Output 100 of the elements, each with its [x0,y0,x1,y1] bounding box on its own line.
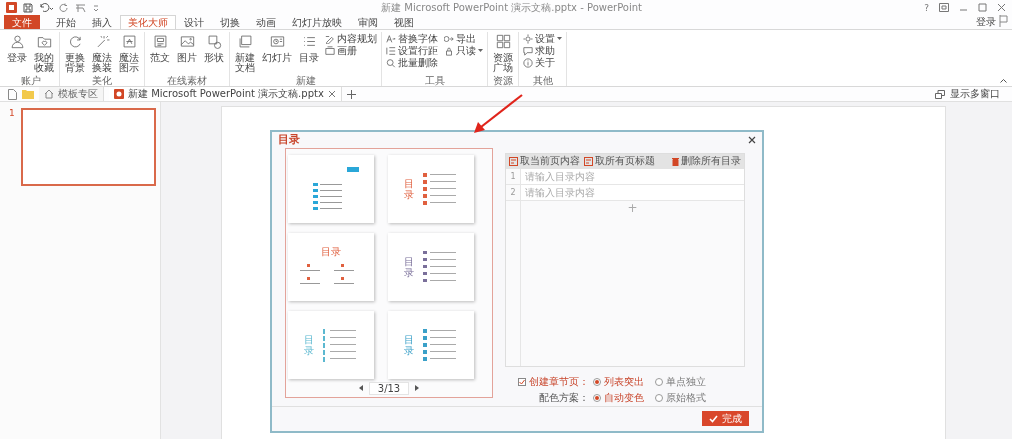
slide-icon [270,36,284,47]
ribbon-button[interactable]: 魔法 换装 [89,33,115,75]
close-icon[interactable] [748,135,756,144]
image-icon [180,36,194,47]
ribbon-tab[interactable]: 切换 [212,15,248,29]
font-icon [386,34,396,44]
lock-icon [444,46,454,56]
info-icon [523,58,533,68]
group-label: 新建 [294,75,317,86]
group-label: 资源 [492,75,514,86]
dialog-title: 目录 [278,132,300,148]
magnifier-icon [386,58,396,68]
ribbon-small-button[interactable]: 设置 [523,33,562,45]
ribbon-button[interactable]: 范文 [147,33,173,75]
group-label: 工具 [423,75,446,86]
template-card[interactable]: 目录 [388,232,474,301]
toolbar-button[interactable]: 取当前页内容 [509,154,580,169]
checkbox[interactable] [518,378,526,387]
add-tab-icon[interactable] [346,89,356,99]
toolbar-button[interactable]: 删除所有目录 [672,154,741,169]
radio-option[interactable]: 列表突出 [593,375,655,390]
preview-title: 目录 [321,244,341,259]
preview-title: 目录 [404,333,414,356]
ribbon-tab[interactable]: 设计 [176,15,212,29]
shapes-icon [208,35,221,49]
page-indicator: 3/13 [368,381,410,395]
template-card[interactable]: 目录 [288,232,374,301]
template-card[interactable]: 目录 [388,154,474,223]
ribbon-tab[interactable]: 插入 [84,15,120,29]
refresh-icon [69,36,81,48]
ribbon-small-button[interactable]: 批量删除 [386,57,438,69]
annotation-arrow [472,94,524,134]
folder-icon [37,37,51,48]
person-icon [11,35,23,49]
ribbon-tab[interactable]: 视图 [386,15,422,29]
document-tab[interactable]: 模板专区 [39,87,104,101]
group-label: 美化 [91,75,113,86]
ribbon-small-button[interactable]: 内容规划 [325,33,377,45]
document-icon [154,35,166,48]
next-page-icon[interactable] [414,385,420,392]
close-icon[interactable] [997,3,1006,12]
ribbon-button[interactable]: 魔法 图示 [116,33,142,75]
login-link[interactable]: 登录 [976,15,996,29]
preview-title: 目录 [304,333,314,356]
wand-icon [96,35,110,48]
ribbon-button[interactable]: 登录 [4,33,30,75]
undo-icon[interactable] [39,2,53,13]
ribbon-small-button[interactable]: 只读 [444,45,483,57]
ribbon-tab[interactable]: 审阅 [350,15,386,29]
import-icon [584,156,593,166]
radio-option[interactable]: 单点独立 [655,375,717,390]
preview-drawing [422,327,458,362]
documents-icon [239,35,251,48]
toolbar-button[interactable]: 取所有页标题 [584,154,655,169]
done-button[interactable]: 完成 [702,411,749,427]
new-file-icon[interactable] [8,88,17,100]
ribbon-small-button[interactable]: 求助 [523,45,562,57]
grid-icon [496,34,510,49]
pen-icon [325,34,335,44]
save-icon[interactable] [23,2,33,13]
ribbon-button[interactable]: 形状 [201,33,227,75]
maximize-icon[interactable] [978,3,987,12]
previous-page-icon[interactable] [358,385,364,392]
presentation-icon [114,89,124,99]
ribbon-small-button[interactable]: 关于 [523,57,562,69]
option-label: 创建章节页： [529,375,589,390]
ribbon-tab[interactable]: 幻灯片放映 [284,15,350,29]
slide-thumbnail[interactable] [20,108,156,186]
preview-drawing [322,327,358,362]
ribbon-button[interactable]: 目录 [296,33,322,75]
ribbon-tab[interactable]: 美化大师 [120,15,176,29]
file-tab[interactable]: 文件 [4,15,40,29]
preview-drawing [422,171,458,206]
ribbon-small-button[interactable]: 设置行距 [386,45,438,57]
check-icon [709,414,718,423]
ribbon-button[interactable]: 我的 收藏 [31,33,57,75]
ribbon-button[interactable]: 资源 广场 [490,33,516,75]
help-button[interactable]: ? [924,2,929,13]
close-icon[interactable] [327,90,336,98]
ribbon-small-button[interactable]: 替换字体 [386,33,438,45]
ribbon-button[interactable]: 图片 [174,33,200,75]
flag-icon[interactable] [999,15,1008,27]
group-label: 在线素材 [166,75,208,86]
ribbon-button[interactable]: 幻灯片 [259,33,295,75]
ribbon-button[interactable]: 更换 背景 [62,33,88,75]
radio-option[interactable]: 自动变色 [593,391,655,406]
ribbon-display-icon[interactable] [939,3,949,12]
ribbon-button[interactable]: 新建 文档 [232,33,258,75]
option-label: 配色方案： [539,391,589,406]
redo-icon[interactable] [59,2,69,13]
ribbon-small-button[interactable]: 画册 [325,45,377,57]
preview-title: 目录 [404,177,414,200]
collapse-icon[interactable] [1000,78,1007,83]
preview-drawing [422,249,458,284]
show-windows-button[interactable]: 显示多窗口 [950,87,1000,101]
ribbon-tab[interactable]: 开始 [48,15,84,29]
ribbon-small-button[interactable]: 导出 [444,33,483,45]
radio-option[interactable]: 原始格式 [655,391,717,406]
customize-icon[interactable] [93,2,99,13]
ribbon-tab[interactable]: 动画 [248,15,284,29]
